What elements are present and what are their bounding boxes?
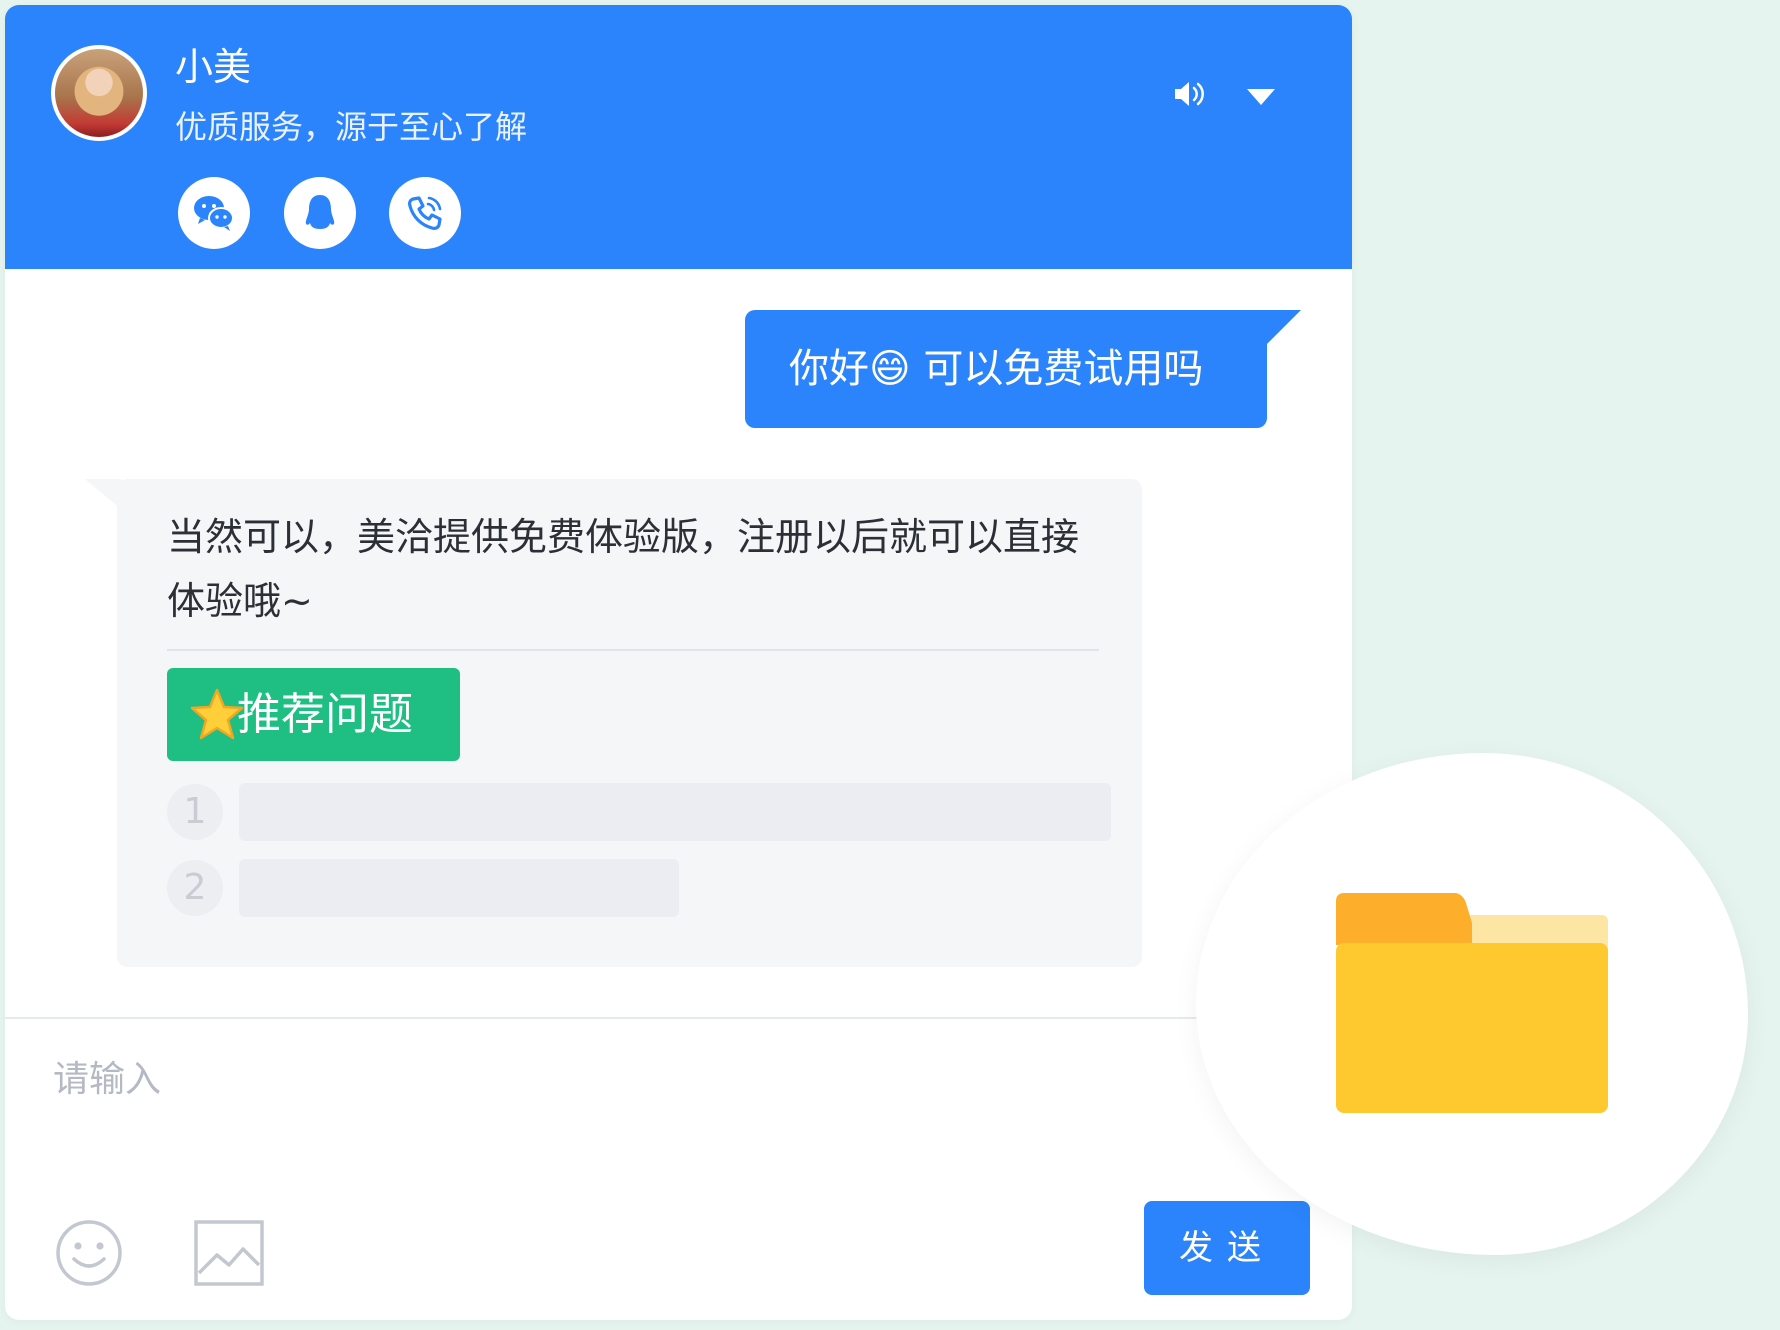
message-input[interactable] [53,1049,1053,1109]
avatar [51,45,147,141]
wechat-icon [194,196,234,231]
reply-text: 当然可以，美洽提供免费体验版，注册以后就可以直接体验哦~ [167,515,1080,623]
agent-slogan: 优质服务，源于至心了解 [175,108,528,146]
agent-name: 小美 [175,45,252,89]
recommend-questions-tag: 推荐问题 [167,668,460,761]
image-icon [194,1220,264,1286]
phone-icon [408,196,442,230]
incoming-message: 当然可以，美洽提供免费体验版，注册以后就可以直接体验哦~ 推荐问题 1 2 [117,479,1142,967]
question-placeholder [239,859,679,917]
send-button[interactable]: 发送 [1144,1201,1310,1295]
sound-icon [1175,82,1204,106]
emoji-button[interactable] [53,1217,125,1289]
chevron-down-icon [1247,89,1275,105]
grin-emoji: 😄 [869,346,911,392]
wechat-button[interactable] [178,177,250,249]
minimize-dropdown[interactable] [1245,87,1277,111]
phone-button[interactable] [389,177,461,249]
sound-toggle[interactable] [1173,79,1209,113]
qq-button[interactable] [284,177,356,249]
emoji-icon [56,1220,122,1286]
reply-divider [167,649,1099,651]
chat-window: 小美 优质服务，源于至心了解 你好😄 可以免费试用吗 当然可以，美洽提供免费体验… [5,5,1352,1320]
outgoing-bubble-tail [1255,310,1301,344]
incoming-bubble-tail [85,479,121,509]
question-number: 1 [167,784,223,840]
image-button[interactable] [193,1217,265,1289]
outgoing-message: 你好😄 可以免费试用吗 [745,310,1267,428]
outgoing-text-start: 你好 [789,346,869,392]
qq-icon [305,195,335,229]
question-placeholder [239,783,1111,841]
outgoing-text-end: 可以免费试用吗 [910,346,1204,392]
composer-divider [5,1017,1352,1019]
question-number: 2 [167,860,223,916]
recommend-label: 推荐问题 [237,689,413,740]
folder-icon [1336,893,1608,1113]
star-icon [190,688,244,740]
stage: 小美 优质服务，源于至心了解 你好😄 可以免费试用吗 当然可以，美洽提供免费体验… [0,0,1780,1330]
chat-header: 小美 优质服务，源于至心了解 [5,5,1352,269]
